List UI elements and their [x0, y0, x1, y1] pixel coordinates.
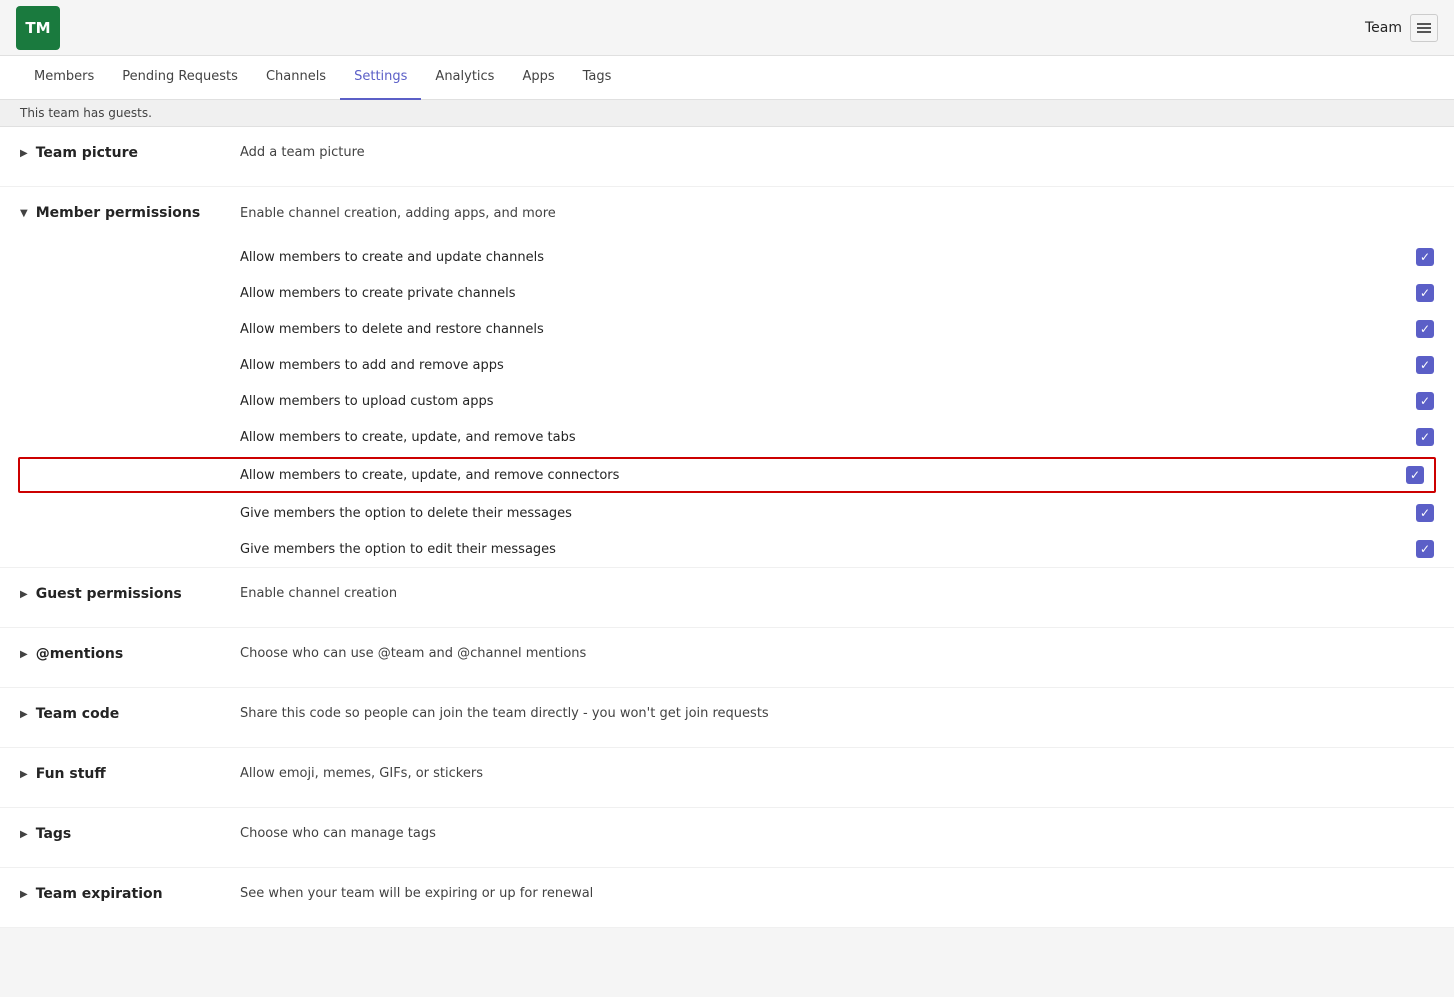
checkbox-delete-messages[interactable] — [1416, 504, 1434, 522]
tags-header: ▶ Tags — [20, 826, 240, 842]
checkbox-add-remove-apps[interactable] — [1416, 356, 1434, 374]
tab-settings[interactable]: Settings — [340, 56, 421, 100]
section-team-expiration: ▶ Team expiration See when your team wil… — [0, 868, 1454, 928]
tab-apps[interactable]: Apps — [508, 56, 568, 100]
permission-add-remove-apps: Allow members to add and remove apps — [0, 347, 1454, 383]
permission-create-update-remove-tabs: Allow members to create, update, and rem… — [0, 419, 1454, 455]
guest-permissions-arrow[interactable]: ▶ — [20, 589, 28, 600]
permission-create-update-channels: Allow members to create and update chann… — [0, 239, 1454, 275]
permission-label: Allow members to create, update, and rem… — [240, 468, 1406, 483]
permission-create-private-channels: Allow members to create private channels — [0, 275, 1454, 311]
permission-label: Give members the option to edit their me… — [240, 542, 1416, 557]
permission-delete-restore-channels: Allow members to delete and restore chan… — [0, 311, 1454, 347]
permission-label: Give members the option to delete their … — [240, 506, 1416, 521]
mentions-arrow[interactable]: ▶ — [20, 649, 28, 660]
section-member-permissions: ▼ Member permissions Enable channel crea… — [0, 187, 1454, 568]
tags-desc: Choose who can manage tags — [240, 826, 1434, 841]
fun-stuff-header: ▶ Fun stuff — [20, 766, 240, 782]
tab-analytics[interactable]: Analytics — [421, 56, 508, 100]
header-right: Team — [1365, 14, 1438, 42]
team-expiration-desc: See when your team will be expiring or u… — [240, 886, 1434, 901]
section-tags: ▶ Tags Choose who can manage tags — [0, 808, 1454, 868]
tab-pending-requests[interactable]: Pending Requests — [108, 56, 252, 100]
section-guest-permissions: ▶ Guest permissions Enable channel creat… — [0, 568, 1454, 628]
app-header: TM Team — [0, 0, 1454, 56]
section-mentions: ▶ @mentions Choose who can use @team and… — [0, 628, 1454, 688]
section-team-picture: ▶ Team picture Add a team picture — [0, 127, 1454, 187]
tab-channels[interactable]: Channels — [252, 56, 340, 100]
team-code-desc: Share this code so people can join the t… — [240, 706, 1434, 721]
guest-permissions-desc: Enable channel creation — [240, 586, 1434, 601]
member-permissions-label: ▼ Member permissions — [20, 205, 240, 221]
checkbox-upload-custom-apps[interactable] — [1416, 392, 1434, 410]
team-picture-desc: Add a team picture — [240, 145, 1434, 160]
team-picture-title: Team picture — [36, 145, 138, 161]
checkbox-edit-messages[interactable] — [1416, 540, 1434, 558]
team-expiration-arrow[interactable]: ▶ — [20, 889, 28, 900]
mentions-header: ▶ @mentions — [20, 646, 240, 662]
member-permissions-title: Member permissions — [36, 205, 201, 221]
guest-notice: This team has guests. — [0, 100, 1454, 127]
member-permissions-arrow[interactable]: ▼ — [20, 208, 28, 219]
member-permissions-desc: Enable channel creation, adding apps, an… — [240, 206, 556, 221]
team-picture-header: ▶ Team picture — [20, 145, 240, 161]
permission-label: Allow members to create, update, and rem… — [240, 430, 1416, 445]
guest-permissions-header: ▶ Guest permissions — [20, 586, 240, 602]
tags-arrow[interactable]: ▶ — [20, 829, 28, 840]
member-permissions-header: ▼ Member permissions Enable channel crea… — [0, 187, 1454, 239]
avatar[interactable]: TM — [16, 6, 60, 50]
team-picture-arrow[interactable]: ▶ — [20, 148, 28, 159]
permission-label: Allow members to create and update chann… — [240, 250, 1416, 265]
permission-label: Allow members to add and remove apps — [240, 358, 1416, 373]
team-code-title: Team code — [36, 706, 120, 722]
checkbox-create-update-channels[interactable] — [1416, 248, 1434, 266]
team-code-arrow[interactable]: ▶ — [20, 709, 28, 720]
team-label: Team — [1365, 20, 1402, 36]
permission-label: Allow members to delete and restore chan… — [240, 322, 1416, 337]
permission-delete-messages: Give members the option to delete their … — [0, 495, 1454, 531]
permission-edit-messages: Give members the option to edit their me… — [0, 531, 1454, 567]
checkbox-delete-restore-channels[interactable] — [1416, 320, 1434, 338]
settings-content: ▶ Team picture Add a team picture ▼ Memb… — [0, 127, 1454, 928]
section-fun-stuff: ▶ Fun stuff Allow emoji, memes, GIFs, or… — [0, 748, 1454, 808]
tags-title: Tags — [36, 826, 72, 842]
team-expiration-header: ▶ Team expiration — [20, 886, 240, 902]
checkbox-create-update-remove-tabs[interactable] — [1416, 428, 1434, 446]
mentions-title: @mentions — [36, 646, 123, 662]
guest-permissions-title: Guest permissions — [36, 586, 182, 602]
fun-stuff-arrow[interactable]: ▶ — [20, 769, 28, 780]
team-settings-icon[interactable] — [1410, 14, 1438, 42]
tab-members[interactable]: Members — [20, 56, 108, 100]
mentions-desc: Choose who can use @team and @channel me… — [240, 646, 1434, 661]
team-code-header: ▶ Team code — [20, 706, 240, 722]
tab-tags[interactable]: Tags — [569, 56, 626, 100]
nav-tabs: Members Pending Requests Channels Settin… — [0, 56, 1454, 100]
permission-label: Allow members to create private channels — [240, 286, 1416, 301]
permission-label: Allow members to upload custom apps — [240, 394, 1416, 409]
permission-create-update-remove-connectors: Allow members to create, update, and rem… — [18, 457, 1436, 493]
team-expiration-title: Team expiration — [36, 886, 163, 902]
checkbox-create-private-channels[interactable] — [1416, 284, 1434, 302]
fun-stuff-title: Fun stuff — [36, 766, 106, 782]
section-team-code: ▶ Team code Share this code so people ca… — [0, 688, 1454, 748]
checkbox-create-update-remove-connectors[interactable] — [1406, 466, 1424, 484]
fun-stuff-desc: Allow emoji, memes, GIFs, or stickers — [240, 766, 1434, 781]
permission-upload-custom-apps: Allow members to upload custom apps — [0, 383, 1454, 419]
